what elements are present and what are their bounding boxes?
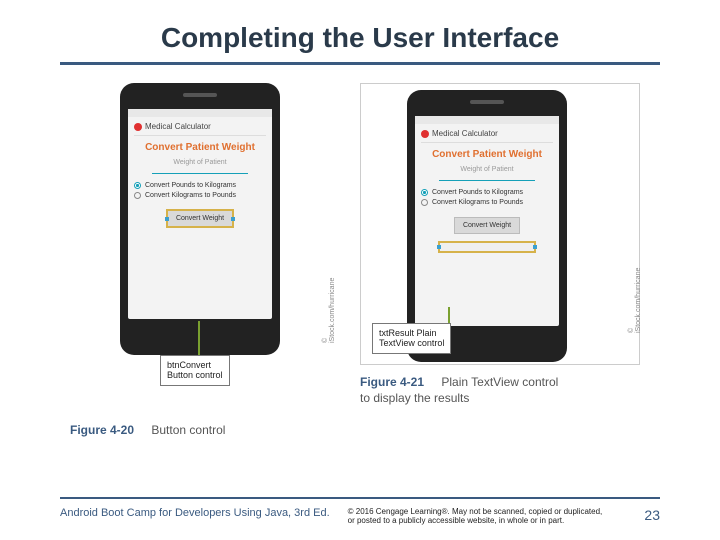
phone-screen-right: Medical Calculator Convert Patient Weigh… [415, 116, 559, 326]
radio-icon [134, 182, 141, 189]
radio-lb-to-kg[interactable]: Convert Pounds to Kilograms [421, 189, 553, 196]
page-number: 23 [644, 507, 660, 523]
screen-subheading: Weight of Patient [134, 159, 266, 166]
footer: Android Boot Camp for Developers Using J… [0, 497, 720, 526]
radio-icon [421, 189, 428, 196]
callout-btnconvert: btnConvert Button control [160, 355, 230, 386]
content-area: Medical Calculator Convert Patient Weigh… [0, 83, 720, 437]
weight-input[interactable] [152, 168, 248, 174]
figure-caption: Figure 4-20 Button control [70, 423, 330, 437]
status-bar [128, 109, 272, 117]
figure-number: Figure 4-20 [70, 423, 134, 437]
result-textview [439, 242, 535, 252]
app-icon [421, 130, 429, 138]
copyright-notice: © 2016 Cengage Learning®. May not be sca… [348, 507, 608, 526]
title-rule [60, 62, 660, 65]
weight-input[interactable] [439, 175, 535, 181]
status-bar [415, 116, 559, 124]
radio-label: Convert Kilograms to Pounds [145, 192, 236, 199]
image-credit: © iStock.com/hurricane [628, 268, 642, 333]
callout-txtresult: txtResult Plain TextView control [372, 323, 451, 354]
screen-heading: Convert Patient Weight [134, 142, 266, 153]
phone-speaker [183, 93, 217, 97]
phone-mock-right: Medical Calculator Convert Patient Weigh… [407, 90, 567, 362]
phone-mock-left: Medical Calculator Convert Patient Weigh… [120, 83, 280, 355]
convert-button[interactable]: Convert Weight [167, 210, 233, 227]
figure-caption-text: Button control [151, 423, 225, 437]
app-title: Medical Calculator [145, 122, 211, 131]
radio-icon [134, 192, 141, 199]
radio-kg-to-lb[interactable]: Convert Kilograms to Pounds [134, 192, 266, 199]
figure-caption: Figure 4-21 Plain TextView control [360, 375, 640, 389]
phone-screen-left: Medical Calculator Convert Patient Weigh… [128, 109, 272, 319]
convert-button[interactable]: Convert Weight [454, 217, 520, 234]
app-icon [134, 123, 142, 131]
radio-label: Convert Kilograms to Pounds [432, 199, 523, 206]
app-bar: Medical Calculator [421, 127, 553, 143]
figure-left: Medical Calculator Convert Patient Weigh… [70, 83, 330, 437]
screen-subheading: Weight of Patient [421, 166, 553, 173]
radio-label: Convert Pounds to Kilograms [432, 189, 523, 196]
figure-description: to display the results [360, 391, 640, 405]
radio-lb-to-kg[interactable]: Convert Pounds to Kilograms [134, 182, 266, 189]
callout-connector [198, 321, 200, 355]
book-title: Android Boot Camp for Developers Using J… [60, 507, 330, 519]
app-bar: Medical Calculator [134, 120, 266, 136]
figure-right: Medical Calculator Convert Patient Weigh… [360, 83, 640, 405]
radio-label: Convert Pounds to Kilograms [145, 182, 236, 189]
radio-icon [421, 199, 428, 206]
screen-heading: Convert Patient Weight [421, 149, 553, 160]
slide-title: Completing the User Interface [0, 0, 720, 62]
radio-kg-to-lb[interactable]: Convert Kilograms to Pounds [421, 199, 553, 206]
figure-caption-text: Plain TextView control [441, 375, 558, 389]
phone-speaker [470, 100, 504, 104]
figure-number: Figure 4-21 [360, 375, 424, 389]
image-credit: © iStock.com/hurricane [322, 278, 336, 343]
app-title: Medical Calculator [432, 129, 498, 138]
